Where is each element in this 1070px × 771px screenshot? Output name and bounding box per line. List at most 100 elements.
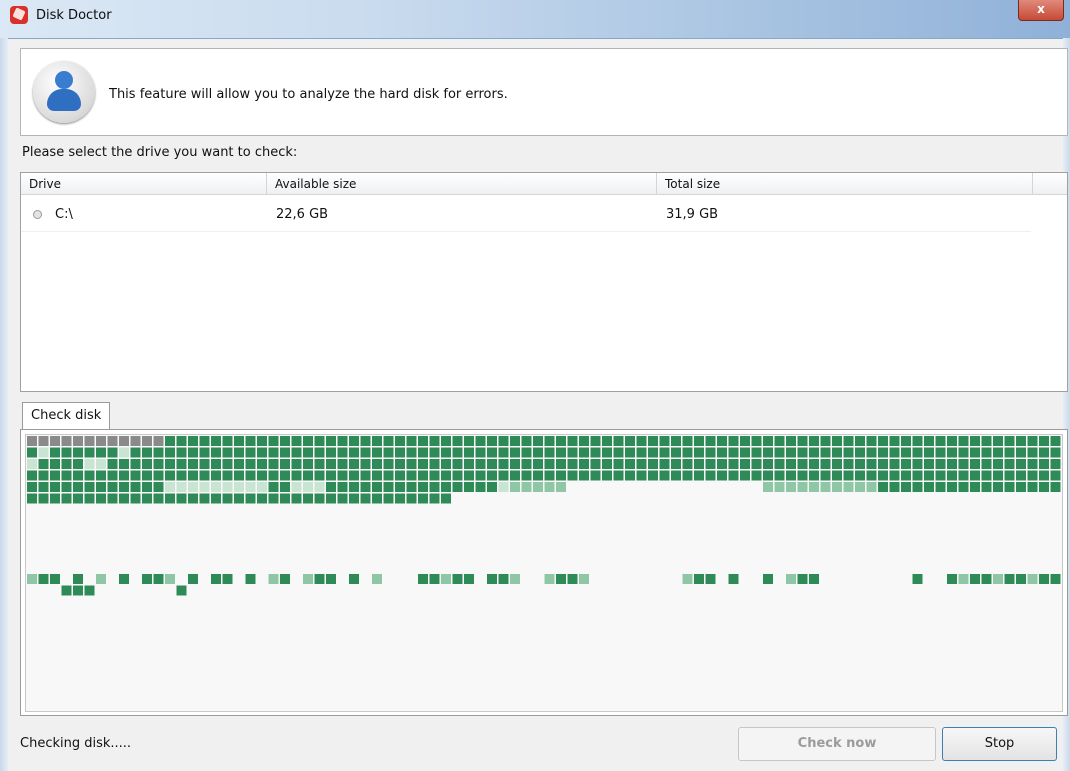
disk-block [602,436,612,446]
disk-block [418,470,428,481]
disk-block [1050,482,1061,492]
check-now-button[interactable]: Check now [738,727,936,761]
stop-button[interactable]: Stop [942,727,1057,761]
disk-block [142,493,152,504]
disk-block [820,447,831,458]
disk-block [912,447,923,458]
disk-block [234,459,244,469]
disk-block [27,436,37,446]
disk-block [809,470,819,481]
disk-block [130,459,141,469]
disk-block [544,447,555,458]
disk-block [372,482,382,492]
disk-block [878,482,888,492]
disk-block [50,436,60,446]
disk-block [84,493,95,504]
disk-block [38,459,49,469]
disk-block [130,493,141,504]
disk-block [556,574,566,584]
disk-block [119,459,129,469]
disk-block [73,585,83,596]
disk-block [441,470,451,481]
disk-block [176,482,187,492]
disk-block [326,436,336,446]
disk-block [556,470,566,481]
disk-block [222,493,233,504]
disk-block [165,436,175,446]
disk-block [84,436,95,446]
disk-block [429,493,440,504]
disk-block [326,459,336,469]
column-header-total[interactable]: Total size [657,173,1033,195]
disk-block [245,493,256,504]
disk-block [119,493,129,504]
disk-block [843,470,854,481]
disk-block [510,436,520,446]
disk-block [556,482,566,492]
drive-list[interactable]: Drive Available size Total size C:\ 22,6… [20,172,1068,392]
disk-block [372,493,382,504]
disk-block [268,482,279,492]
disk-block [510,470,520,481]
disk-block [475,447,486,458]
disk-block [165,470,175,481]
disk-block [763,482,773,492]
disk-block [452,447,463,458]
disk-block [889,459,900,469]
disk-block [671,459,681,469]
disk-block [786,447,796,458]
disk-block [544,482,555,492]
disk-block-grid [27,436,1061,596]
disk-block [268,447,279,458]
disk-block [50,470,60,481]
disk-block [96,459,106,469]
disk-block [176,447,187,458]
disk-block [763,436,773,446]
column-header-available[interactable]: Available size [267,173,657,195]
disk-block [268,436,279,446]
disk-block [84,470,95,481]
disk-block [763,574,773,584]
drive-radio[interactable] [33,210,42,219]
disk-block [257,493,267,504]
disk-block [797,482,808,492]
disk-block [993,436,1003,446]
close-button[interactable]: x [1018,0,1064,21]
disk-block [705,436,716,446]
disk-block [452,482,463,492]
disk-block [797,574,808,584]
disk-block [383,482,394,492]
disk-block [188,482,198,492]
drive-available: 22,6 GB [276,207,329,222]
disk-block [96,470,106,481]
disk-block [130,436,141,446]
disk-block [395,459,405,469]
disk-block [303,470,313,481]
disk-block [602,447,612,458]
disk-block [728,447,739,458]
disk-block [280,436,290,446]
disk-block [372,470,382,481]
disk-block [694,459,704,469]
disk-block [337,482,348,492]
disk-block [648,447,658,458]
disk-block [947,447,957,458]
disk-block [786,459,796,469]
disk-block [613,447,624,458]
disk-block [222,574,233,584]
disk-block [38,493,49,504]
disk-block [372,574,382,584]
disk-block [728,459,739,469]
disk-block [1039,574,1049,584]
disk-block [1004,482,1015,492]
disk-block [1039,470,1049,481]
disk-block [383,459,394,469]
disk-block [176,493,187,504]
disk-block [337,459,348,469]
tab-check-disk[interactable]: Check disk [22,402,111,430]
disk-block [349,482,359,492]
disk-block [1050,436,1061,446]
column-header-drive[interactable]: Drive [21,173,267,195]
disk-block [119,447,129,458]
disk-block [820,470,831,481]
